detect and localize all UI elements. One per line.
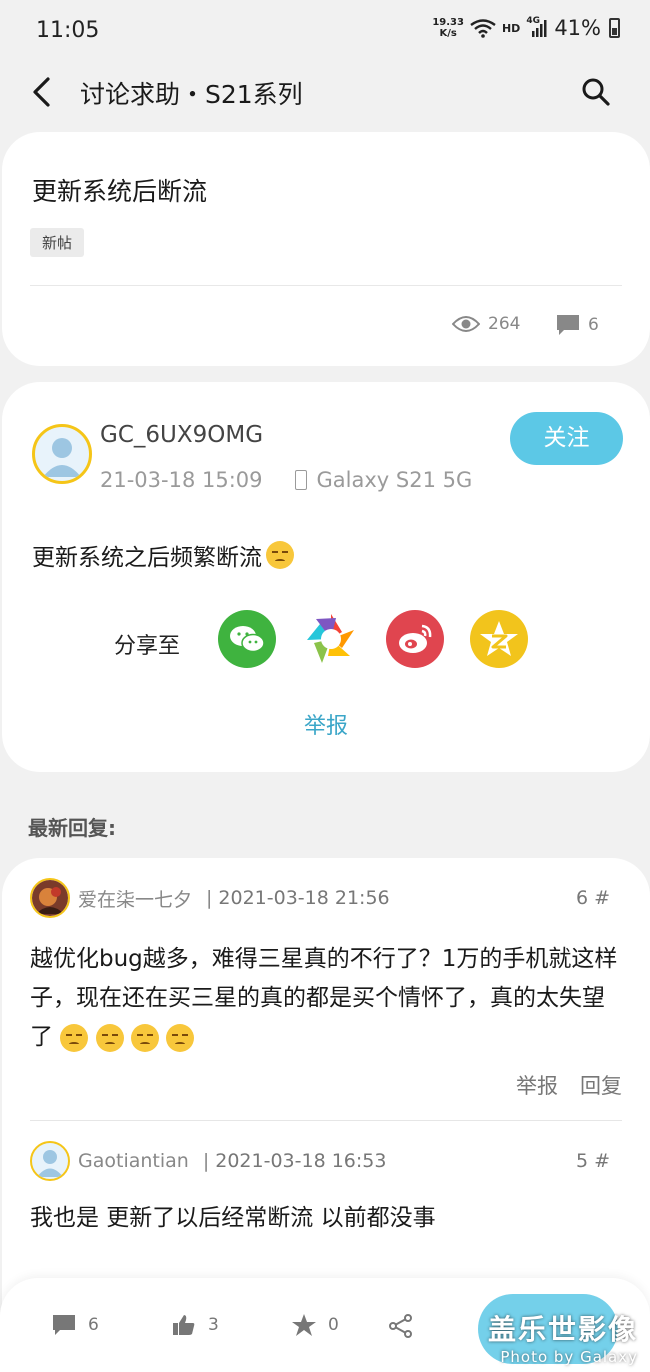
- signal-icon: 4G: [526, 16, 548, 38]
- divider: [30, 1120, 622, 1121]
- reply-actions: 举报 回复: [516, 1070, 622, 1100]
- avatar-placeholder-icon: [43, 438, 81, 477]
- comment-count: 6: [556, 314, 599, 336]
- reply-header: Gaotiantian | 2021-03-18 16:53 5 #: [30, 1141, 624, 1181]
- reply-item: 爱在柒一七夕 | 2021-03-18 21:56 6 # 越优化bug越多，难…: [30, 878, 622, 1118]
- net-speed: 19.33 K/s: [432, 17, 464, 39]
- disappointed-emoji-icon: [95, 1023, 124, 1052]
- pensive-emoji-icon: [266, 541, 294, 569]
- separator: |: [206, 887, 213, 909]
- reply-content: 越优化bug越多，难得三星真的不行了？1万的手机就这样子，现在还在买三星的真的都…: [30, 946, 618, 1052]
- search-icon[interactable]: [580, 76, 612, 108]
- like-action[interactable]: 3: [172, 1314, 219, 1336]
- follow-button[interactable]: 关注: [510, 412, 623, 465]
- watermark: 盖乐世影像 Photo by Galaxy: [487, 1313, 638, 1366]
- qzone-icon[interactable]: [470, 610, 528, 668]
- author-avatar[interactable]: [32, 424, 92, 484]
- post-content: 更新系统之后频繁断流: [32, 538, 294, 572]
- report-button[interactable]: 举报: [516, 1070, 558, 1100]
- author-name[interactable]: GC_6UX9OMG: [100, 422, 263, 448]
- moments-icon[interactable]: [302, 610, 360, 668]
- back-icon[interactable]: [26, 74, 62, 110]
- floor-number: 6 #: [575, 887, 610, 909]
- share-icon: [389, 1314, 412, 1338]
- reply-item: Gaotiantian | 2021-03-18 16:53 5 # 我也是 更…: [30, 1141, 622, 1301]
- reply-avatar[interactable]: [30, 1141, 70, 1181]
- reply-username[interactable]: Gaotiantian: [78, 1150, 189, 1172]
- disappointed-emoji-icon: [166, 1023, 195, 1052]
- status-bar: 11:05 19.33 K/s HD 4G 41%: [0, 0, 650, 62]
- post-date: 21-03-18 15:09: [100, 468, 263, 492]
- favorite-action[interactable]: 0: [292, 1314, 339, 1336]
- reply-content: 我也是 更新了以后经常断流 以前都没事: [30, 1205, 436, 1231]
- phone-icon: [294, 470, 307, 490]
- app-header: 讨论求助・S21系列: [0, 62, 650, 122]
- status-indicators: 19.33 K/s HD 4G 41%: [432, 16, 620, 40]
- reply-username[interactable]: 爱在柒一七夕: [78, 885, 192, 912]
- eye-icon: [452, 316, 480, 332]
- divider: [30, 285, 622, 286]
- share-action[interactable]: [388, 1314, 414, 1338]
- wechat-icon[interactable]: [218, 610, 276, 668]
- post-card: GC_6UX9OMG 21-03-18 15:09 Galaxy S21 5G …: [2, 382, 650, 772]
- disappointed-emoji-icon: [60, 1023, 89, 1052]
- page-title: 讨论求助・S21系列: [80, 80, 303, 109]
- floor-number: 5 #: [575, 1150, 610, 1172]
- reply-avatar[interactable]: [30, 878, 70, 918]
- hd-indicator: HD: [501, 21, 521, 35]
- battery-level: 41%: [554, 16, 601, 40]
- replies-section-title: 最新回复:: [28, 816, 116, 840]
- topic-card: 更新系统后断流 新帖 264 6: [2, 132, 650, 366]
- new-post-tag: 新帖: [30, 228, 85, 257]
- comment-action[interactable]: 6: [52, 1314, 99, 1336]
- wifi-icon: [470, 19, 496, 38]
- reply-header: 爱在柒一七夕 | 2021-03-18 21:56 6 #: [30, 878, 624, 918]
- comment-icon: [557, 315, 579, 335]
- reply-time: 2021-03-18 16:53: [215, 1150, 387, 1172]
- post-meta: 21-03-18 15:09 Galaxy S21 5G: [100, 468, 472, 492]
- comment-icon: [53, 1315, 75, 1335]
- star-icon: [292, 1314, 316, 1336]
- separator: |: [202, 1150, 210, 1172]
- disappointed-emoji-icon: [130, 1023, 159, 1052]
- report-link[interactable]: 举报: [2, 708, 650, 740]
- avatar-placeholder-icon: [37, 1150, 63, 1177]
- reply-time: 2021-03-18 21:56: [218, 887, 390, 909]
- view-count: 264: [452, 314, 520, 334]
- status-time: 11:05: [36, 18, 100, 43]
- weibo-icon[interactable]: [386, 610, 444, 668]
- battery-icon: [609, 18, 620, 38]
- reply-button[interactable]: 回复: [580, 1070, 622, 1100]
- share-label: 分享至: [114, 634, 181, 659]
- thumbs-up-icon: [173, 1315, 195, 1335]
- topic-title: 更新系统后断流: [32, 177, 208, 206]
- post-device: Galaxy S21 5G: [294, 468, 472, 492]
- user-photo-icon: [32, 880, 68, 916]
